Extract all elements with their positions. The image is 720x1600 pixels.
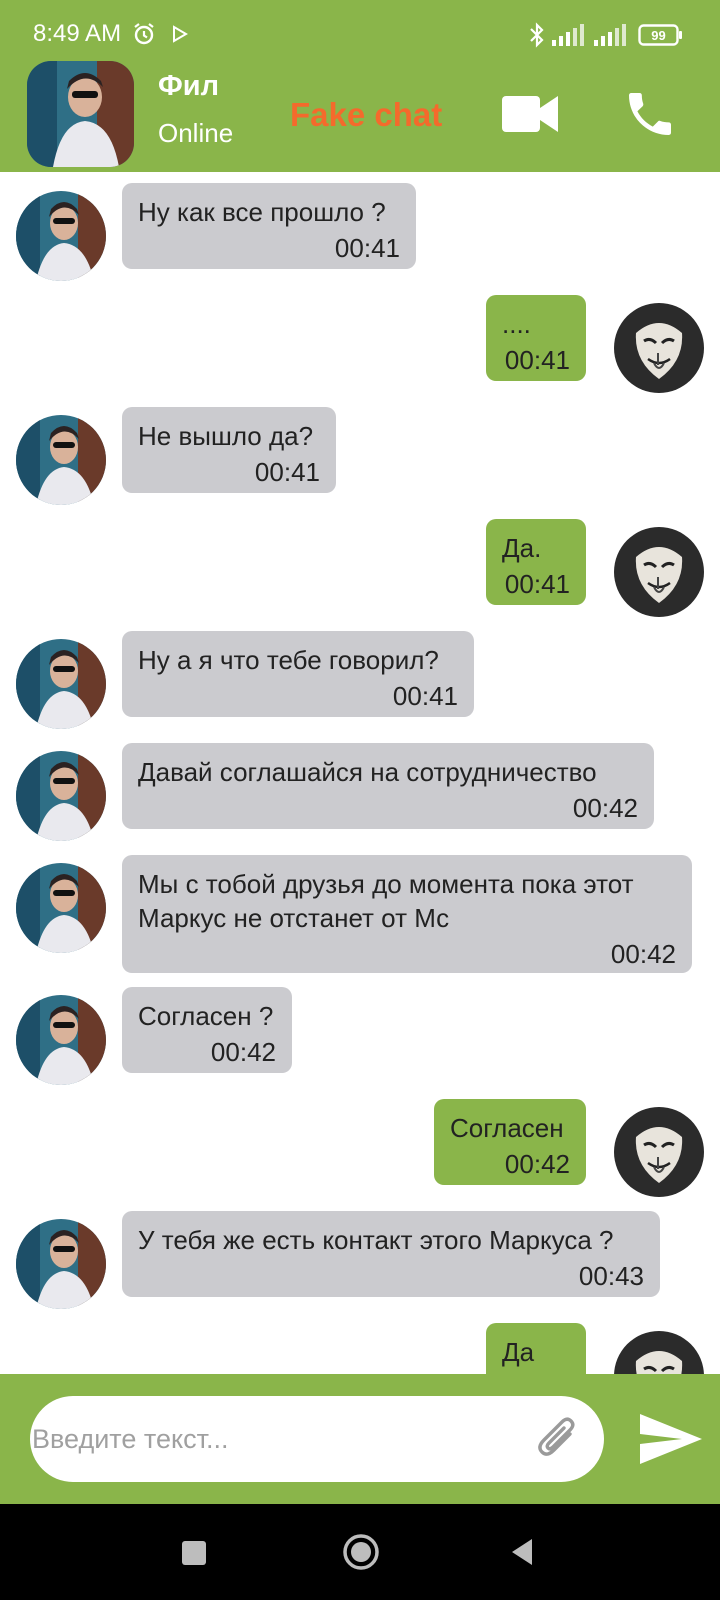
message-time: 00:42 <box>210 1037 276 1067</box>
message-text: Ну а я что тебе говорил? <box>138 645 439 675</box>
video-call-icon[interactable] <box>502 94 558 134</box>
message-time: 00:42 <box>572 793 638 823</box>
bluetooth-icon <box>530 22 544 48</box>
navigation-bar <box>0 1504 720 1600</box>
header-bar: 8:49 AM 99 Фил Online Fake chat <box>0 0 720 172</box>
chat-messages[interactable]: Ну как все прошло ? 00:41.... 00:41 Не вышл… <box>0 172 720 1374</box>
message-time: 00:42 <box>610 939 676 969</box>
message-text: Не вышло да? <box>138 421 314 451</box>
message-bubble[interactable]: Согласен ? 00:42 <box>122 987 292 1073</box>
message-text: У тебя же есть контакт этого Маркуса ? <box>138 1225 614 1255</box>
message-text: Согласен ? <box>138 1001 274 1031</box>
message-text: Да <box>502 1337 535 1367</box>
message-bubble[interactable]: Мы с тобой друзья до момента пока этот М… <box>122 855 692 973</box>
message-row-incoming: Ну а я что тебе говорил? 00:41 <box>0 631 720 729</box>
message-bubble[interactable]: .... 00:41 <box>486 295 586 381</box>
message-time: 00:42 <box>504 1149 570 1179</box>
message-bubble[interactable]: Давай соглашайся на сотрудничество 00:42 <box>122 743 654 829</box>
message-time: 00:41 <box>504 345 570 375</box>
message-row-outgoing: Согласен 00:42 <box>0 1099 720 1197</box>
battery-level: 99 <box>651 28 665 43</box>
contact-message-avatar <box>16 415 106 505</box>
contact-message-avatar <box>16 751 106 841</box>
message-row-incoming: Давай соглашайся на сотрудничество 00:42 <box>0 743 720 841</box>
home-button[interactable] <box>342 1533 380 1571</box>
message-bubble[interactable]: Да. 00:41 <box>486 519 586 605</box>
message-row-incoming: Мы с тобой друзья до момента пока этот М… <box>0 855 720 973</box>
send-icon[interactable] <box>638 1412 704 1466</box>
message-text: Давай соглашайся на сотрудничество <box>138 757 597 787</box>
phone-call-icon[interactable] <box>622 86 678 142</box>
input-bar <box>0 1374 720 1504</box>
attach-icon[interactable] <box>534 1414 584 1464</box>
signal-icon-2 <box>594 24 626 46</box>
battery-icon: 99 <box>638 24 682 46</box>
message-time: 00:41 <box>392 681 458 711</box>
message-bubble[interactable]: Да <box>486 1323 586 1374</box>
message-time: 00:41 <box>334 233 400 263</box>
alarm-icon <box>134 23 154 45</box>
message-text: Да. <box>502 533 542 563</box>
message-row-incoming: Не вышло да? 00:41 <box>0 407 720 505</box>
message-text: .... <box>502 309 531 339</box>
message-bubble[interactable]: Ну как все прошло ? 00:41 <box>122 183 416 269</box>
signal-icon <box>552 24 584 46</box>
contact-message-avatar <box>16 863 106 953</box>
message-time: 00:41 <box>504 569 570 599</box>
message-input[interactable] <box>30 1396 540 1482</box>
message-input-container <box>30 1396 604 1482</box>
message-bubble[interactable]: Согласен 00:42 <box>434 1099 586 1185</box>
contact-status: Online <box>158 118 234 148</box>
contact-message-avatar <box>16 1219 106 1309</box>
user-message-avatar <box>614 527 704 617</box>
message-row-outgoing: .... 00:41 <box>0 295 720 393</box>
user-message-avatar <box>614 1331 704 1374</box>
play-store-icon <box>173 25 188 43</box>
contact-message-avatar <box>16 995 106 1085</box>
message-bubble[interactable]: У тебя же есть контакт этого Маркуса ? 00… <box>122 1211 660 1297</box>
message-row-incoming: У тебя же есть контакт этого Маркуса ? 00… <box>0 1211 720 1309</box>
message-row-incoming: Ну как все прошло ? 00:41 <box>0 183 720 281</box>
message-text: Согласен <box>450 1113 564 1143</box>
back-button[interactable] <box>508 1537 536 1567</box>
contact-name[interactable]: Фил <box>158 70 219 103</box>
recent-apps-button[interactable] <box>182 1541 206 1565</box>
user-message-avatar <box>614 1107 704 1197</box>
message-row-outgoing: Да <box>0 1323 720 1374</box>
status-time: 8:49 AM <box>33 20 122 47</box>
app-title: Fake chat <box>290 96 443 133</box>
message-time: 00:43 <box>578 1261 644 1291</box>
message-bubble[interactable]: Ну а я что тебе говорил? 00:41 <box>122 631 474 717</box>
message-text: Мы с тобой друзья до момента пока этот М… <box>138 869 634 933</box>
contact-message-avatar <box>16 191 106 281</box>
contact-avatar[interactable] <box>27 61 134 167</box>
message-time: 00:41 <box>254 457 320 487</box>
user-message-avatar <box>614 303 704 393</box>
message-row-incoming: Согласен ? 00:42 <box>0 987 720 1085</box>
message-row-outgoing: Да. 00:41 <box>0 519 720 617</box>
status-bar: 8:49 AM 99 <box>0 0 720 66</box>
message-bubble[interactable]: Не вышло да? 00:41 <box>122 407 336 493</box>
message-text: Ну как все прошло ? <box>138 197 386 227</box>
contact-message-avatar <box>16 639 106 729</box>
